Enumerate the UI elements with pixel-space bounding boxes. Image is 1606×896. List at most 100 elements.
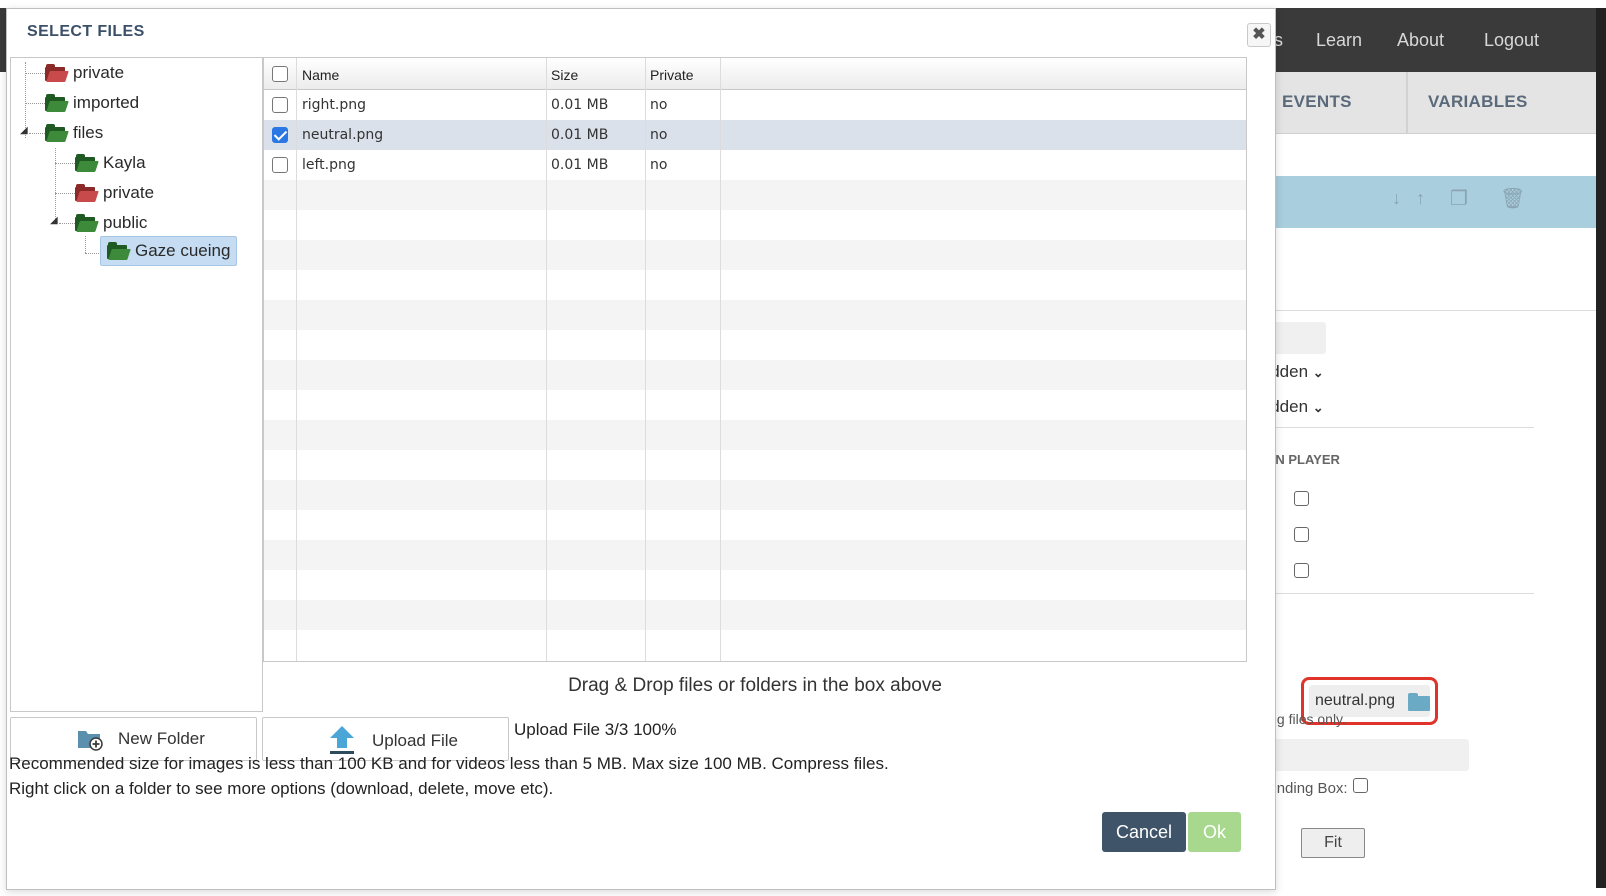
nav-about-link[interactable]: About [1397,30,1444,51]
folder-icon [107,242,131,260]
trash-icon[interactable]: 🗑 [1500,186,1525,211]
object-header-bar: ↓ ↑ ❐ 🗑 [1270,176,1596,228]
tree-node-public[interactable]: public [75,208,147,238]
tree-node-imported[interactable]: imported [45,88,139,118]
file-private-cell: no [650,157,668,173]
table-row[interactable]: neutral.png 0.01 MB no [264,120,1246,150]
tree-node-gaze-cueing[interactable]: Gaze cueing [100,236,238,266]
divider [1270,427,1534,428]
empty-row [264,390,1246,420]
folder-icon [45,64,69,82]
tree-node-label: private [73,63,125,82]
tree-connector [29,133,45,134]
new-folder-icon [78,731,103,751]
player-option-checkbox-2[interactable] [1294,527,1309,542]
upload-icon [330,726,354,754]
empty-row [264,360,1246,390]
file-name-cell: left.png [302,157,356,173]
right-click-hint-text: Right click on a folder to see more opti… [9,779,554,798]
empty-row [264,630,1246,660]
folder-icon[interactable] [1408,693,1430,711]
select-all-checkbox[interactable] [272,66,288,82]
folder-icon [45,94,69,112]
tree-node-label: Gaze cueing [135,241,231,260]
tree-connector [55,193,75,194]
tree-connector [25,103,45,104]
divider [1270,593,1534,594]
file-private-cell: no [650,127,668,143]
column-header-private[interactable]: Private [650,67,694,83]
empty-row [264,300,1246,330]
empty-row [264,330,1246,360]
file-grid: right.png 0.01 MB no neutral.png 0.01 MB… [263,57,1247,662]
folder-icon [75,184,99,202]
column-divider [296,58,297,661]
column-divider [645,58,646,661]
nav-learn-link[interactable]: Learn [1316,30,1362,51]
ok-button[interactable]: Ok [1188,812,1241,852]
tree-node-private-sub[interactable]: private [75,178,154,208]
file-private-cell: no [650,97,668,113]
tree-connector [55,163,75,164]
file-size-cell: 0.01 MB [551,97,609,113]
empty-row [264,510,1246,540]
row-checkbox[interactable] [272,157,288,173]
player-option-checkbox-1[interactable] [1294,491,1309,506]
upload-status: Upload File 3/3 100% [514,720,677,739]
tree-node-files[interactable]: files [45,118,103,148]
table-row[interactable]: left.png 0.01 MB no [264,150,1246,180]
folder-icon [45,124,69,142]
file-name-cell: neutral.png [302,127,384,143]
empty-row [264,480,1246,510]
window-edge [1596,8,1606,888]
column-header-name[interactable]: Name [302,67,339,83]
tree-node-label: Kayla [103,153,146,172]
tab-variables[interactable]: VARIABLES [1428,92,1528,112]
editor-tabs: EVENTS VARIABLES [1262,72,1600,134]
tree-connector [55,148,56,223]
move-up-icon[interactable]: ↑ [1416,188,1425,209]
chevron-down-icon: ⌄ [1312,365,1324,380]
empty-row [264,270,1246,300]
nav-logout-link[interactable]: Logout [1484,30,1539,51]
tree-connector [25,73,45,74]
tree-node-label: imported [73,93,140,112]
close-icon[interactable]: ✖ [1247,23,1271,47]
upload-file-label: Upload File [372,731,458,750]
row-checkbox[interactable] [272,127,288,143]
empty-row [264,210,1246,240]
tree-node-private[interactable]: private [45,58,124,88]
select-files-dialog: SELECT FILES ✖ ◢ ◢ private imported file… [6,8,1276,890]
column-divider [720,58,721,661]
row-checkbox[interactable] [272,97,288,113]
file-size-cell: 0.01 MB [551,127,609,143]
move-down-icon[interactable]: ↓ [1392,188,1401,209]
folder-tree: ◢ ◢ private imported files Kayla private [10,57,263,712]
divider [1270,310,1596,311]
dialog-title: SELECT FILES [27,23,145,40]
folder-icon [75,214,99,232]
column-header-size[interactable]: Size [551,67,578,83]
file-size-cell: 0.01 MB [551,157,609,173]
tree-node-label: files [73,123,104,142]
grid-header: Name Size Private [264,58,1246,90]
column-divider [546,58,547,661]
empty-row [264,180,1246,210]
expand-toggle-icon[interactable]: ◢ [50,215,58,226]
empty-row [264,450,1246,480]
text-field[interactable] [1271,739,1469,771]
fit-button[interactable]: Fit [1301,828,1365,858]
bounding-box-checkbox[interactable] [1353,778,1368,793]
tree-node-kayla[interactable]: Kayla [75,148,146,178]
player-option-checkbox-3[interactable] [1294,563,1309,578]
empty-row [264,240,1246,270]
tab-events[interactable]: EVENTS [1282,92,1352,112]
empty-row [264,570,1246,600]
cancel-button[interactable]: Cancel [1102,812,1186,852]
tree-connector [85,236,86,253]
tree-node-label: private [103,183,155,202]
duplicate-icon[interactable]: ❐ [1450,186,1468,211]
file-name-cell: right.png [302,97,366,113]
table-row[interactable]: right.png 0.01 MB no [264,90,1246,120]
expand-toggle-icon[interactable]: ◢ [20,125,28,136]
